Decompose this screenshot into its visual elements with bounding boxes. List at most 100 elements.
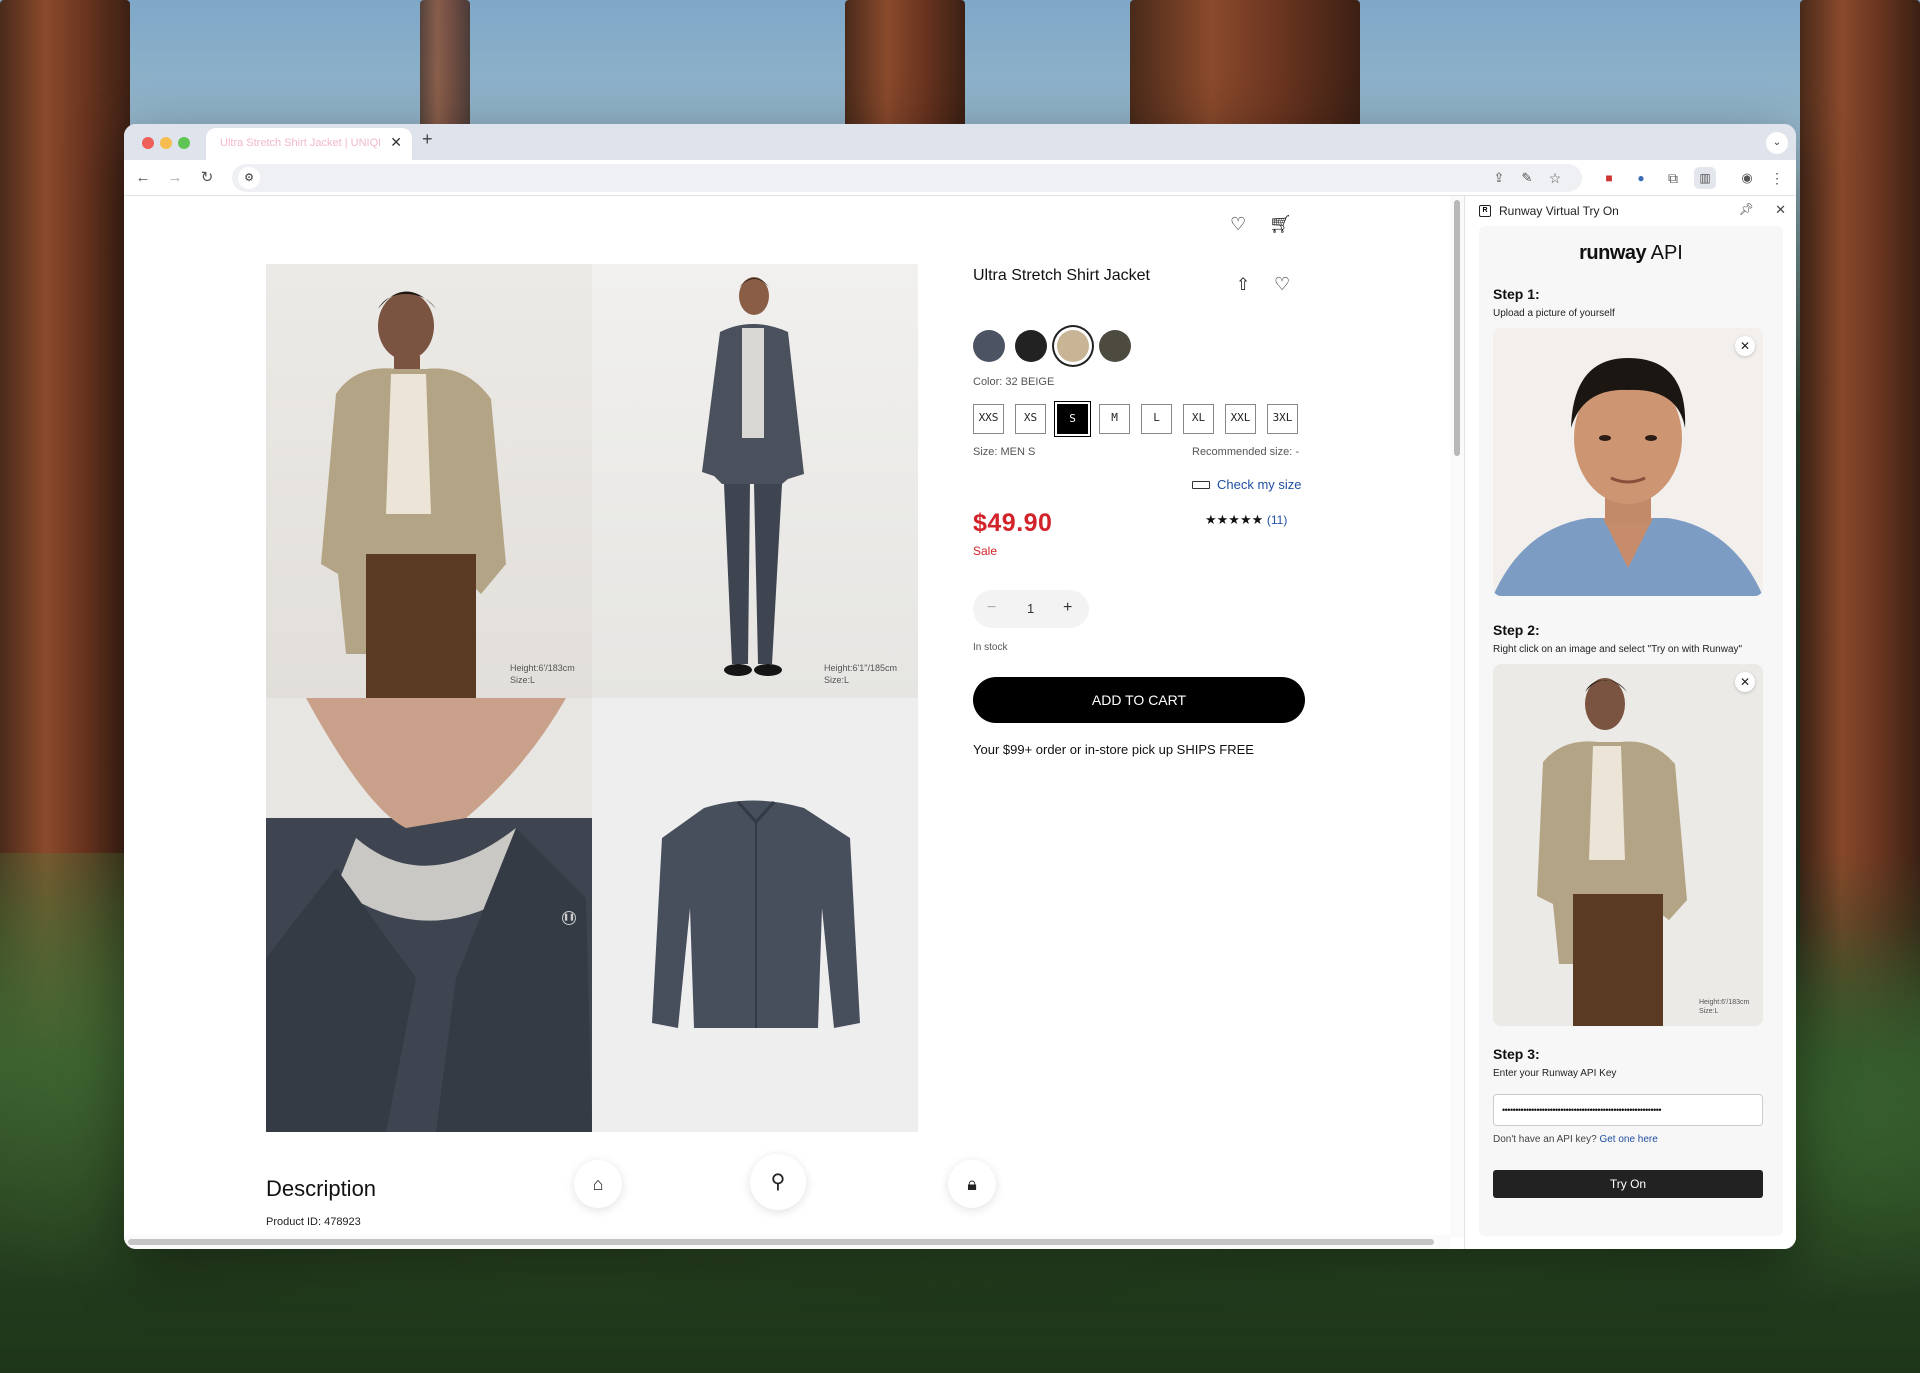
rating[interactable]: ★★★★★ (11) <box>1205 512 1287 528</box>
remove-photo-icon[interactable]: ✕ <box>1735 336 1755 356</box>
model-illustration <box>321 291 506 698</box>
selected-garment-image[interactable]: Height:6'/183cm Size:L ✕ <box>1493 664 1763 1026</box>
runway-api-brand: runway API <box>1479 242 1783 265</box>
extension-side-panel: R Runway Virtual Try On 📌︎ ✕ runway API … <box>1464 196 1796 1249</box>
scrollbar-thumb[interactable] <box>128 1239 1434 1245</box>
rating-stars: ★★★★★ <box>1205 512 1264 527</box>
pin-icon[interactable]: 📌︎ <box>1739 202 1754 216</box>
new-tab-button[interactable]: + <box>422 129 433 150</box>
reload-icon[interactable]: ↻ <box>196 167 218 189</box>
size-option-3xl[interactable]: 3XL <box>1267 404 1298 434</box>
shipping-note: Your $99+ order or in-store pick up SHIP… <box>973 742 1254 757</box>
forward-icon[interactable]: → <box>164 167 186 189</box>
color-swatch-beige[interactable] <box>1057 330 1089 362</box>
product-title: Ultra Stretch Shirt Jacket <box>973 267 1150 284</box>
caption-size: Size:L <box>1699 1008 1719 1015</box>
step-1-subtitle: Upload a picture of yourself <box>1493 308 1615 319</box>
model-info-caption: Height:6'/183cm Size:L <box>510 662 575 686</box>
size-option-xs[interactable]: XS <box>1015 404 1046 434</box>
api-key-note: Don't have an API key? Get one here <box>1493 1134 1658 1145</box>
step-1-title: Step 1: <box>1493 286 1540 302</box>
maximize-window-button[interactable] <box>178 137 190 149</box>
garment-model-illustration <box>1537 678 1687 1026</box>
more-menu-icon[interactable]: ⋮ <box>1766 167 1788 189</box>
description-heading: Description <box>266 1176 377 1201</box>
browser-tab[interactable]: Ultra Stretch Shirt Jacket | UNIQLO US ✕ <box>206 128 412 160</box>
page-horizontal-scrollbar[interactable] <box>124 1235 1450 1249</box>
caption-height: Height:6'1"/185cm <box>824 663 897 673</box>
flat-jacket-illustration <box>652 800 860 1028</box>
pause-video-icon[interactable]: ❚❚ <box>562 911 576 925</box>
step-3-title: Step 3: <box>1493 1046 1540 1062</box>
size-option-s[interactable]: S <box>1057 404 1088 434</box>
browser-window: Ultra Stretch Shirt Jacket | UNIQLO US ✕… <box>124 124 1796 1249</box>
caption-height: Height:6'/183cm <box>1699 999 1750 1006</box>
step-2-subtitle: Right click on an image and select "Try … <box>1493 644 1743 655</box>
color-label: Color: 32 BEIGE <box>973 376 1055 388</box>
close-panel-icon[interactable]: ✕ <box>1775 202 1786 218</box>
decrease-quantity-button[interactable]: − <box>987 599 996 617</box>
caption-size: Size:L <box>510 675 536 685</box>
share-icon[interactable]: ⇧ <box>1236 275 1250 295</box>
address-bar[interactable]: ⚙ <box>232 164 1582 192</box>
bookmark-star-icon[interactable]: ☆ <box>1544 167 1566 189</box>
site-info-icon[interactable]: ⚙ <box>238 167 260 189</box>
api-key-note-text: Don't have an API key? <box>1493 1134 1597 1145</box>
size-option-xxs[interactable]: XXS <box>973 404 1004 434</box>
try-on-button[interactable]: Try On <box>1493 1170 1763 1198</box>
product-photo[interactable]: Height:6'/183cm Size:L <box>266 264 592 698</box>
size-option-m[interactable]: M <box>1099 404 1130 434</box>
avatar[interactable]: ◉ <box>1736 167 1758 189</box>
brand-rest: API <box>1646 242 1683 264</box>
page-vertical-scrollbar[interactable] <box>1450 196 1464 1237</box>
remove-garment-icon[interactable]: ✕ <box>1735 672 1755 692</box>
api-key-input[interactable]: ••••••••••••••••••••••••••••••••••••••••… <box>1493 1094 1763 1126</box>
tab-search-button[interactable]: ⌄ <box>1766 132 1788 154</box>
home-icon[interactable]: ⌂ <box>574 1160 622 1208</box>
wishlist-heart-icon[interactable]: ♡ <box>1230 214 1246 235</box>
size-option-xl[interactable]: XL <box>1183 404 1214 434</box>
close-window-button[interactable] <box>142 137 154 149</box>
recommended-size-label: Recommended size: - <box>1192 446 1299 458</box>
runway-logo-icon: R <box>1479 205 1491 217</box>
scrollbar-thumb[interactable] <box>1454 200 1460 456</box>
product-gallery: Height:6'/183cm Size:L Height:6'1"/185cm… <box>266 264 918 1132</box>
size-option-xxl[interactable]: XXL <box>1225 404 1256 434</box>
product-photo[interactable] <box>592 698 918 1132</box>
tab-close-icon[interactable]: ✕ <box>390 134 402 151</box>
side-panel-title: Runway Virtual Try On <box>1499 204 1619 218</box>
size-option-l[interactable]: L <box>1141 404 1172 434</box>
web-page: ♡ 🛒︎ Height:6'/183cm Size:L Height:6'1"/… <box>124 196 1450 1237</box>
extension-icon[interactable]: ● <box>1630 167 1652 189</box>
color-swatch-olive[interactable] <box>1099 330 1131 362</box>
product-video[interactable]: ❚❚ <box>266 698 592 1132</box>
cart-icon[interactable]: 🛒︎ <box>1269 214 1292 235</box>
color-swatch-black[interactable] <box>1015 330 1047 362</box>
product-photo[interactable]: Height:6'1"/185cm Size:L <box>592 264 918 698</box>
stock-status: In stock <box>973 642 1008 653</box>
edit-icon[interactable]: ✎ <box>1516 167 1538 189</box>
check-my-size-link[interactable]: Check my size <box>1217 477 1302 492</box>
puzzle-extensions-icon[interactable]: ⧉ <box>1662 167 1684 189</box>
search-icon[interactable]: ⚲ <box>750 1154 806 1210</box>
account-lock-icon[interactable]: 🔒︎ <box>948 1160 996 1208</box>
favorite-heart-icon[interactable]: ♡ <box>1274 274 1290 295</box>
side-panel-icon[interactable]: ▥ <box>1694 167 1716 189</box>
extension-icon[interactable]: ■ <box>1598 167 1620 189</box>
minimize-window-button[interactable] <box>160 137 172 149</box>
get-api-key-link[interactable]: Get one here <box>1599 1134 1657 1145</box>
back-icon[interactable]: ← <box>132 167 154 189</box>
review-count-link[interactable]: (11) <box>1267 513 1287 527</box>
step-2-title: Step 2: <box>1493 622 1540 638</box>
color-swatch-gray[interactable] <box>973 330 1005 362</box>
quantity-stepper: − 1 + <box>973 590 1089 628</box>
share-page-icon[interactable]: ⇪ <box>1488 167 1510 189</box>
caption-size: Size:L <box>824 675 850 685</box>
portrait-illustration <box>1493 328 1763 596</box>
add-to-cart-button[interactable]: ADD TO CART <box>973 677 1305 723</box>
increase-quantity-button[interactable]: + <box>1063 599 1072 617</box>
model-info-caption: Height:6'1"/185cm Size:L <box>824 662 897 686</box>
uploaded-user-photo[interactable]: ✕ <box>1493 328 1763 596</box>
brand-bold: runway <box>1579 242 1647 264</box>
sale-label: Sale <box>973 544 998 558</box>
